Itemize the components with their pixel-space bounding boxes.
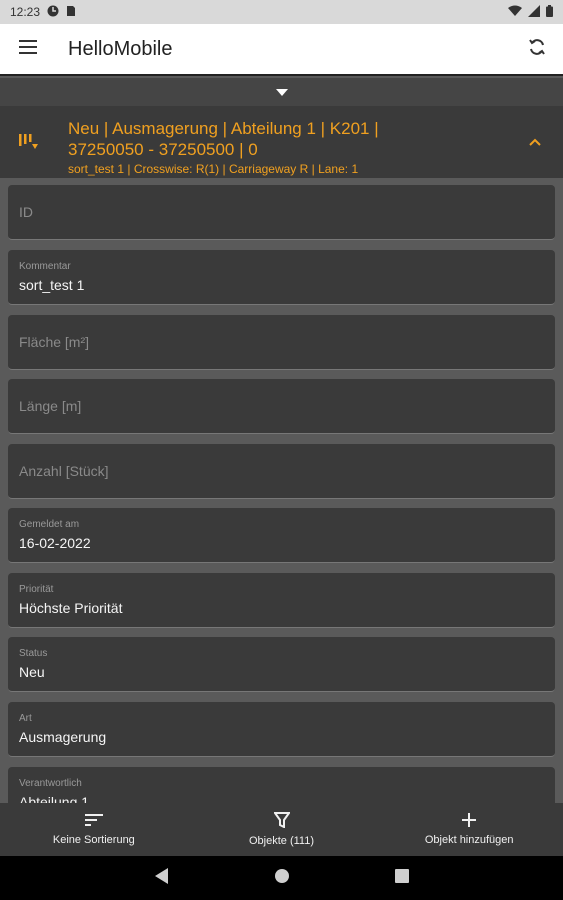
menu-button[interactable] bbox=[0, 23, 56, 75]
filter-label: Objekte (111) bbox=[249, 835, 315, 847]
signal-icon bbox=[528, 4, 540, 20]
recents-button[interactable] bbox=[342, 856, 462, 900]
caret-down-icon bbox=[275, 83, 288, 101]
header-title-line2: 37250050 - 37250500 | 0 bbox=[68, 140, 258, 159]
prioritaet-field[interactable]: Priorität Höchste Priorität bbox=[8, 573, 555, 628]
system-nav-bar bbox=[0, 856, 563, 900]
home-circle-icon bbox=[274, 868, 289, 888]
verantwortlich-field[interactable]: Verantwortlich Abteilung 1 bbox=[8, 767, 555, 803]
kommentar-value: sort_test 1 bbox=[19, 277, 85, 293]
kommentar-field[interactable]: Kommentar sort_test 1 bbox=[8, 250, 555, 305]
plus-icon bbox=[462, 813, 477, 830]
menu-icon bbox=[19, 39, 37, 59]
app-bar: HelloMobile bbox=[0, 24, 563, 76]
sort-button[interactable]: Keine Sortierung bbox=[0, 803, 188, 856]
notification-icon bbox=[47, 5, 59, 20]
object-header[interactable]: Neu | Ausmagerung | Abteilung 1 | K201 |… bbox=[0, 106, 563, 178]
status-bar: 12:23 bbox=[0, 0, 563, 24]
id-placeholder: ID bbox=[19, 204, 33, 220]
flaeche-placeholder: Fläche [m²] bbox=[19, 334, 90, 350]
prioritaet-value: Höchste Priorität bbox=[19, 600, 123, 616]
add-object-button[interactable]: Objekt hinzufügen bbox=[375, 803, 563, 856]
art-field[interactable]: Art Ausmagerung bbox=[8, 702, 555, 757]
back-triangle-icon bbox=[154, 867, 169, 889]
sync-icon bbox=[528, 38, 546, 61]
app-title: HelloMobile bbox=[68, 37, 173, 60]
anzahl-placeholder: Anzahl [Stück] bbox=[19, 463, 109, 479]
laenge-field[interactable]: Länge [m] bbox=[8, 379, 555, 434]
back-button[interactable] bbox=[102, 856, 222, 900]
prioritaet-label: Priorität bbox=[19, 584, 54, 595]
art-label: Art bbox=[19, 713, 32, 724]
bottom-nav: Keine Sortierung Objekte (111) Objekt hi… bbox=[0, 803, 563, 856]
verantwortlich-value: Abteilung 1 bbox=[19, 794, 90, 803]
status-value: Neu bbox=[19, 664, 45, 680]
add-object-label: Objekt hinzufügen bbox=[424, 834, 514, 846]
gemeldet-am-field[interactable]: Gemeldet am 16-02-2022 bbox=[8, 508, 555, 563]
sort-lines-icon bbox=[84, 813, 103, 830]
flaeche-field[interactable]: Fläche [m²] bbox=[8, 315, 555, 370]
sort-icon bbox=[0, 106, 56, 178]
header-subtitle: sort_test 1 | Crosswise: R(1) | Carriage… bbox=[68, 162, 359, 176]
collapse-header-button[interactable] bbox=[507, 106, 563, 178]
laenge-placeholder: Länge [m] bbox=[19, 398, 82, 414]
verantwortlich-label: Verantwortlich bbox=[19, 778, 82, 789]
id-field[interactable]: ID bbox=[8, 185, 555, 240]
gemeldet-am-label: Gemeldet am bbox=[19, 519, 80, 530]
sync-button[interactable] bbox=[511, 23, 563, 75]
battery-icon bbox=[546, 4, 553, 20]
kommentar-label: Kommentar bbox=[19, 261, 71, 272]
header-title-line1: Neu | Ausmagerung | Abteilung 1 | K201 | bbox=[68, 119, 379, 138]
anzahl-field[interactable]: Anzahl [Stück] bbox=[8, 444, 555, 499]
recents-square-icon bbox=[394, 868, 409, 888]
status-time: 12:23 bbox=[10, 5, 41, 19]
filter-button[interactable]: Objekte (111) bbox=[188, 803, 376, 856]
art-value: Ausmagerung bbox=[19, 729, 107, 745]
gemeldet-am-value: 16-02-2022 bbox=[19, 535, 91, 551]
object-form: ID Kommentar sort_test 1 Fläche [m²] Län… bbox=[0, 178, 563, 803]
home-button[interactable] bbox=[222, 856, 342, 900]
sort-label: Keine Sortierung bbox=[52, 834, 135, 846]
chevron-up-icon bbox=[529, 133, 541, 151]
status-field[interactable]: Status Neu bbox=[8, 637, 555, 692]
wifi-icon bbox=[508, 5, 522, 20]
filter-icon bbox=[272, 812, 291, 831]
status-label: Status bbox=[19, 648, 48, 659]
sim-icon bbox=[66, 5, 76, 20]
collapse-toggle[interactable] bbox=[0, 78, 563, 106]
